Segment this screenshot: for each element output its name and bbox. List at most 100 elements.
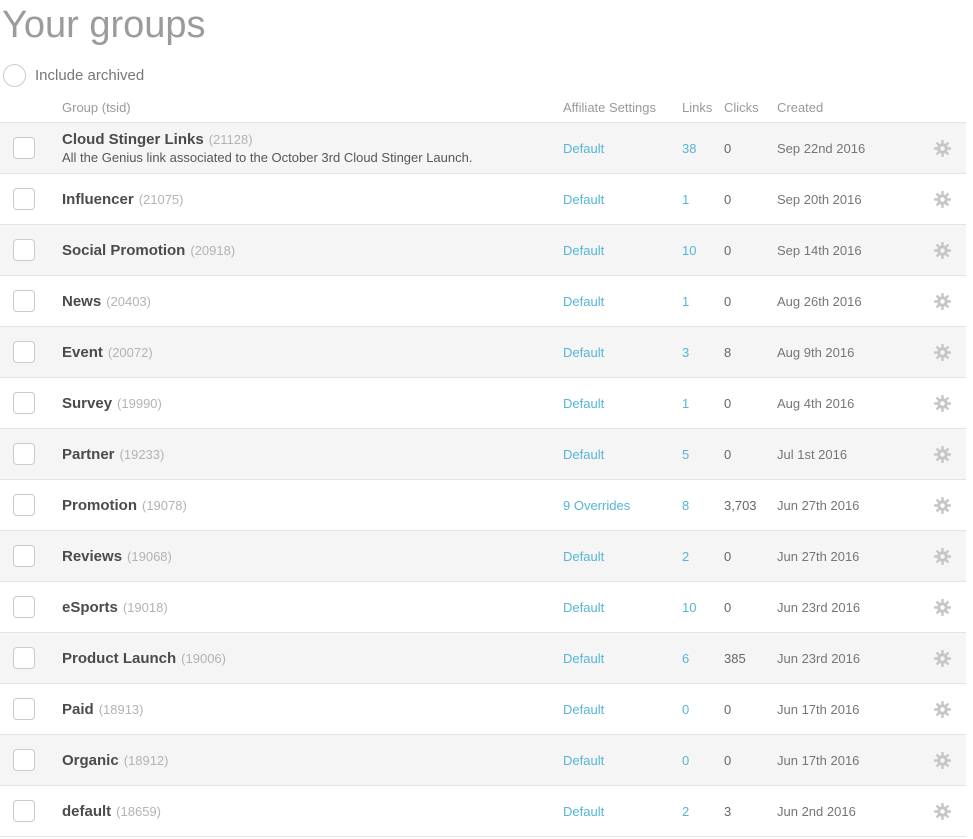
group-name-link[interactable]: Partner [62,446,115,463]
row-checkbox[interactable] [13,749,35,771]
links-count-link[interactable]: 0 [682,702,689,717]
row-checkbox[interactable] [13,443,35,465]
group-name-link[interactable]: Social Promotion [62,242,185,259]
affiliate-settings-link[interactable]: Default [563,753,604,768]
gear-icon[interactable] [934,650,951,667]
row-checkbox-cell [0,545,62,567]
row-actions-cell [920,242,966,259]
groups-table-body: Cloud Stinger Links(21128) All the Geniu… [0,123,966,837]
row-checkbox[interactable] [13,341,35,363]
links-count-link[interactable]: 1 [682,192,689,207]
affiliate-settings-link[interactable]: Default [563,651,604,666]
affiliate-settings-link[interactable]: Default [563,243,604,258]
links-count-link[interactable]: 1 [682,294,689,309]
gear-icon[interactable] [934,752,951,769]
row-actions-cell [920,497,966,514]
row-checkbox[interactable] [13,545,35,567]
group-name-link[interactable]: News [62,293,101,310]
group-name-link[interactable]: Paid [62,701,94,718]
gear-icon[interactable] [934,191,951,208]
group-name-link[interactable]: Cloud Stinger Links [62,131,204,148]
links-count-link[interactable]: 3 [682,345,689,360]
table-row: eSports(19018) Default 10 0 Jun 23rd 201… [0,582,966,633]
affiliate-settings-link[interactable]: Default [563,702,604,717]
gear-icon[interactable] [934,701,951,718]
group-name-link[interactable]: default [62,803,111,820]
affiliate-settings-link[interactable]: Default [563,345,604,360]
clicks-cell: 0 [724,702,777,717]
include-archived-toggle[interactable]: Include archived [3,62,973,88]
group-name-link[interactable]: Promotion [62,497,137,514]
gear-icon[interactable] [934,344,951,361]
row-checkbox-cell [0,800,62,822]
affiliate-settings-link[interactable]: 9 Overrides [563,498,630,513]
affiliate-settings-link[interactable]: Default [563,396,604,411]
created-cell: Aug 26th 2016 [777,294,920,309]
links-count-link[interactable]: 10 [682,600,696,615]
gear-icon[interactable] [934,446,951,463]
gear-icon[interactable] [934,548,951,565]
group-name-link[interactable]: Event [62,344,103,361]
affiliate-settings-link[interactable]: Default [563,804,604,819]
gear-icon[interactable] [934,395,951,412]
affiliate-settings-link[interactable]: Default [563,294,604,309]
row-checkbox[interactable] [13,188,35,210]
row-checkbox[interactable] [13,698,35,720]
affiliate-settings-cell: Default [563,549,682,564]
links-count-link[interactable]: 38 [682,141,696,156]
links-count-link[interactable]: 1 [682,396,689,411]
group-tsid: (19233) [120,447,165,462]
clicks-cell: 0 [724,753,777,768]
gear-icon[interactable] [934,599,951,616]
groups-table: Group (tsid) Affiliate Settings Links Cl… [0,96,966,837]
group-tsid: (19078) [142,498,187,513]
group-cell: Partner (19233) [62,446,563,463]
group-name-link[interactable]: eSports [62,599,118,616]
row-actions-cell [920,191,966,208]
row-actions-cell [920,599,966,616]
links-count-link[interactable]: 0 [682,753,689,768]
clicks-cell: 0 [724,243,777,258]
row-checkbox[interactable] [13,137,35,159]
affiliate-settings-link[interactable]: Default [563,447,604,462]
links-cell: 8 [682,498,724,513]
links-count-link[interactable]: 6 [682,651,689,666]
include-archived-radio[interactable] [3,64,26,87]
row-checkbox[interactable] [13,800,35,822]
affiliate-settings-link[interactable]: Default [563,549,604,564]
row-checkbox[interactable] [13,290,35,312]
gear-icon[interactable] [934,140,951,157]
affiliate-settings-link[interactable]: Default [563,192,604,207]
group-name-link[interactable]: Organic [62,752,119,769]
clicks-cell: 0 [724,192,777,207]
links-count-link[interactable]: 10 [682,243,696,258]
group-cell: News(20403) [62,293,563,310]
links-count-link[interactable]: 2 [682,549,689,564]
gear-icon[interactable] [934,803,951,820]
gear-icon[interactable] [934,242,951,259]
row-checkbox[interactable] [13,239,35,261]
affiliate-settings-link[interactable]: Default [563,600,604,615]
links-count-link[interactable]: 2 [682,804,689,819]
row-checkbox[interactable] [13,494,35,516]
group-tsid: (18913) [99,702,144,717]
row-actions-cell [920,395,966,412]
group-name-link[interactable]: Product Launch [62,650,176,667]
affiliate-settings-link[interactable]: Default [563,141,604,156]
created-cell: Sep 14th 2016 [777,243,920,258]
affiliate-settings-cell: Default [563,294,682,309]
group-name-link[interactable]: Survey [62,395,112,412]
group-tsid: (20072) [108,345,153,360]
row-checkbox[interactable] [13,596,35,618]
group-name-link[interactable]: Influencer [62,191,134,208]
links-count-link[interactable]: 5 [682,447,689,462]
row-checkbox[interactable] [13,392,35,414]
group-name-link[interactable]: Reviews [62,548,122,565]
gear-icon[interactable] [934,293,951,310]
gear-icon[interactable] [934,497,951,514]
links-count-link[interactable]: 8 [682,498,689,513]
links-cell: 1 [682,294,724,309]
created-cell: Aug 4th 2016 [777,396,920,411]
table-row: Social Promotion(20918) Default 10 0 Sep… [0,225,966,276]
row-checkbox[interactable] [13,647,35,669]
